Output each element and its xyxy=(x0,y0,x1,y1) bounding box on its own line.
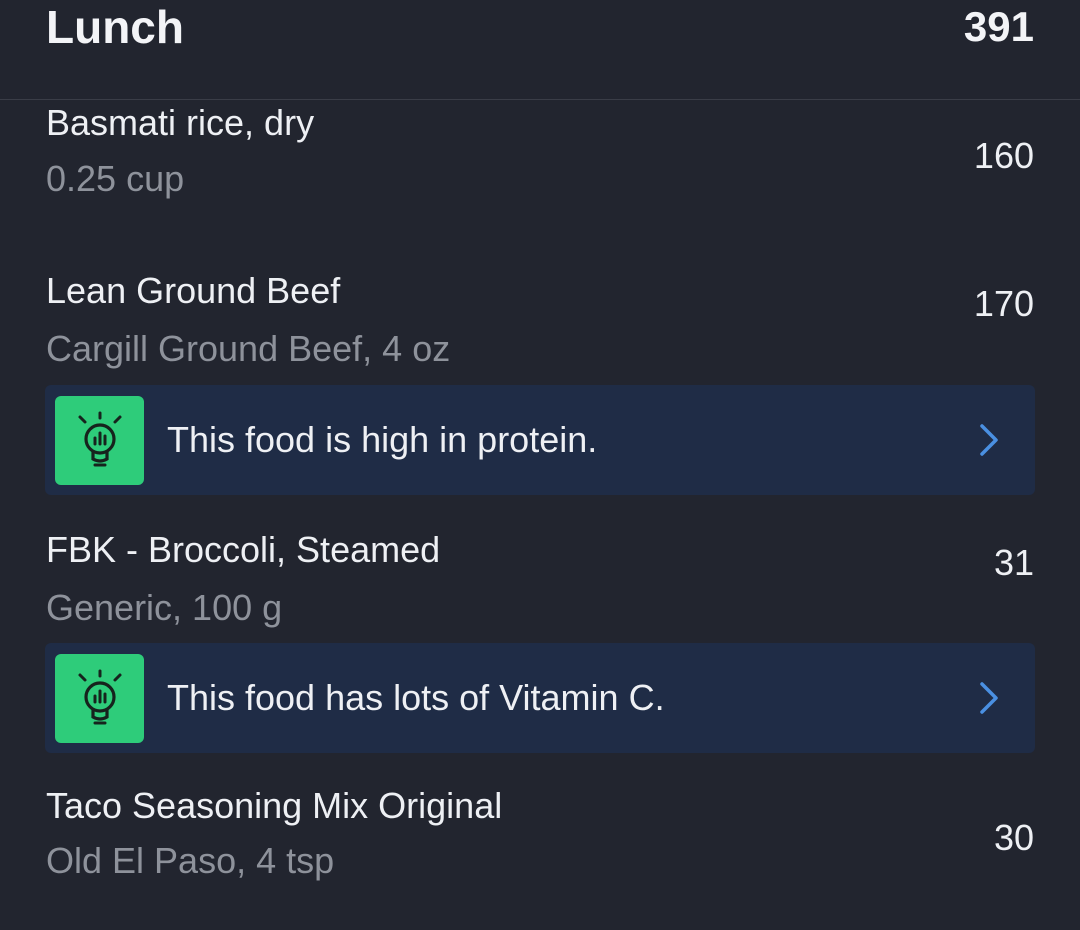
food-detail: 0.25 cup xyxy=(46,158,185,199)
food-calories: 160 xyxy=(973,135,1034,176)
insight-text: This food is high in protein. xyxy=(167,419,598,460)
food-detail: Old El Paso, 4 tsp xyxy=(46,840,335,881)
insight-text: This food has lots of Vitamin C. xyxy=(167,677,665,718)
insight-card-protein[interactable]: This food is high in protein. xyxy=(45,385,1035,495)
chevron-right-icon[interactable] xyxy=(979,423,999,457)
food-item-basmati-rice[interactable]: Basmati rice, dry 0.25 cup 160 xyxy=(0,100,1080,240)
food-name: Basmati rice, dry xyxy=(46,102,315,143)
meal-title: Lunch xyxy=(46,1,184,53)
chevron-right-icon[interactable] xyxy=(979,681,999,715)
food-calories: 31 xyxy=(993,542,1034,583)
food-name: Lean Ground Beef xyxy=(46,270,341,311)
meal-total-calories: 391 xyxy=(963,3,1034,50)
food-detail: Generic, 100 g xyxy=(46,587,283,628)
food-detail: Cargill Ground Beef, 4 oz xyxy=(46,328,451,369)
insight-icon-box xyxy=(55,396,144,485)
food-name: FBK - Broccoli, Steamed xyxy=(46,529,441,570)
lightbulb-icon xyxy=(78,669,122,725)
insight-card-vitamin-c[interactable]: This food has lots of Vitamin C. xyxy=(45,643,1035,753)
food-item-taco-seasoning[interactable]: Taco Seasoning Mix Original Old El Paso,… xyxy=(0,780,1080,900)
meal-header[interactable]: Lunch 391 xyxy=(0,0,1080,100)
food-name: Taco Seasoning Mix Original xyxy=(46,785,503,826)
insight-icon-box xyxy=(55,654,144,743)
food-item-broccoli[interactable]: FBK - Broccoli, Steamed Generic, 100 g 3… xyxy=(0,520,1080,640)
food-item-ground-beef[interactable]: Lean Ground Beef Cargill Ground Beef, 4 … xyxy=(0,262,1080,382)
lightbulb-icon xyxy=(78,411,122,467)
food-calories: 30 xyxy=(993,817,1034,858)
food-calories: 170 xyxy=(973,283,1034,324)
